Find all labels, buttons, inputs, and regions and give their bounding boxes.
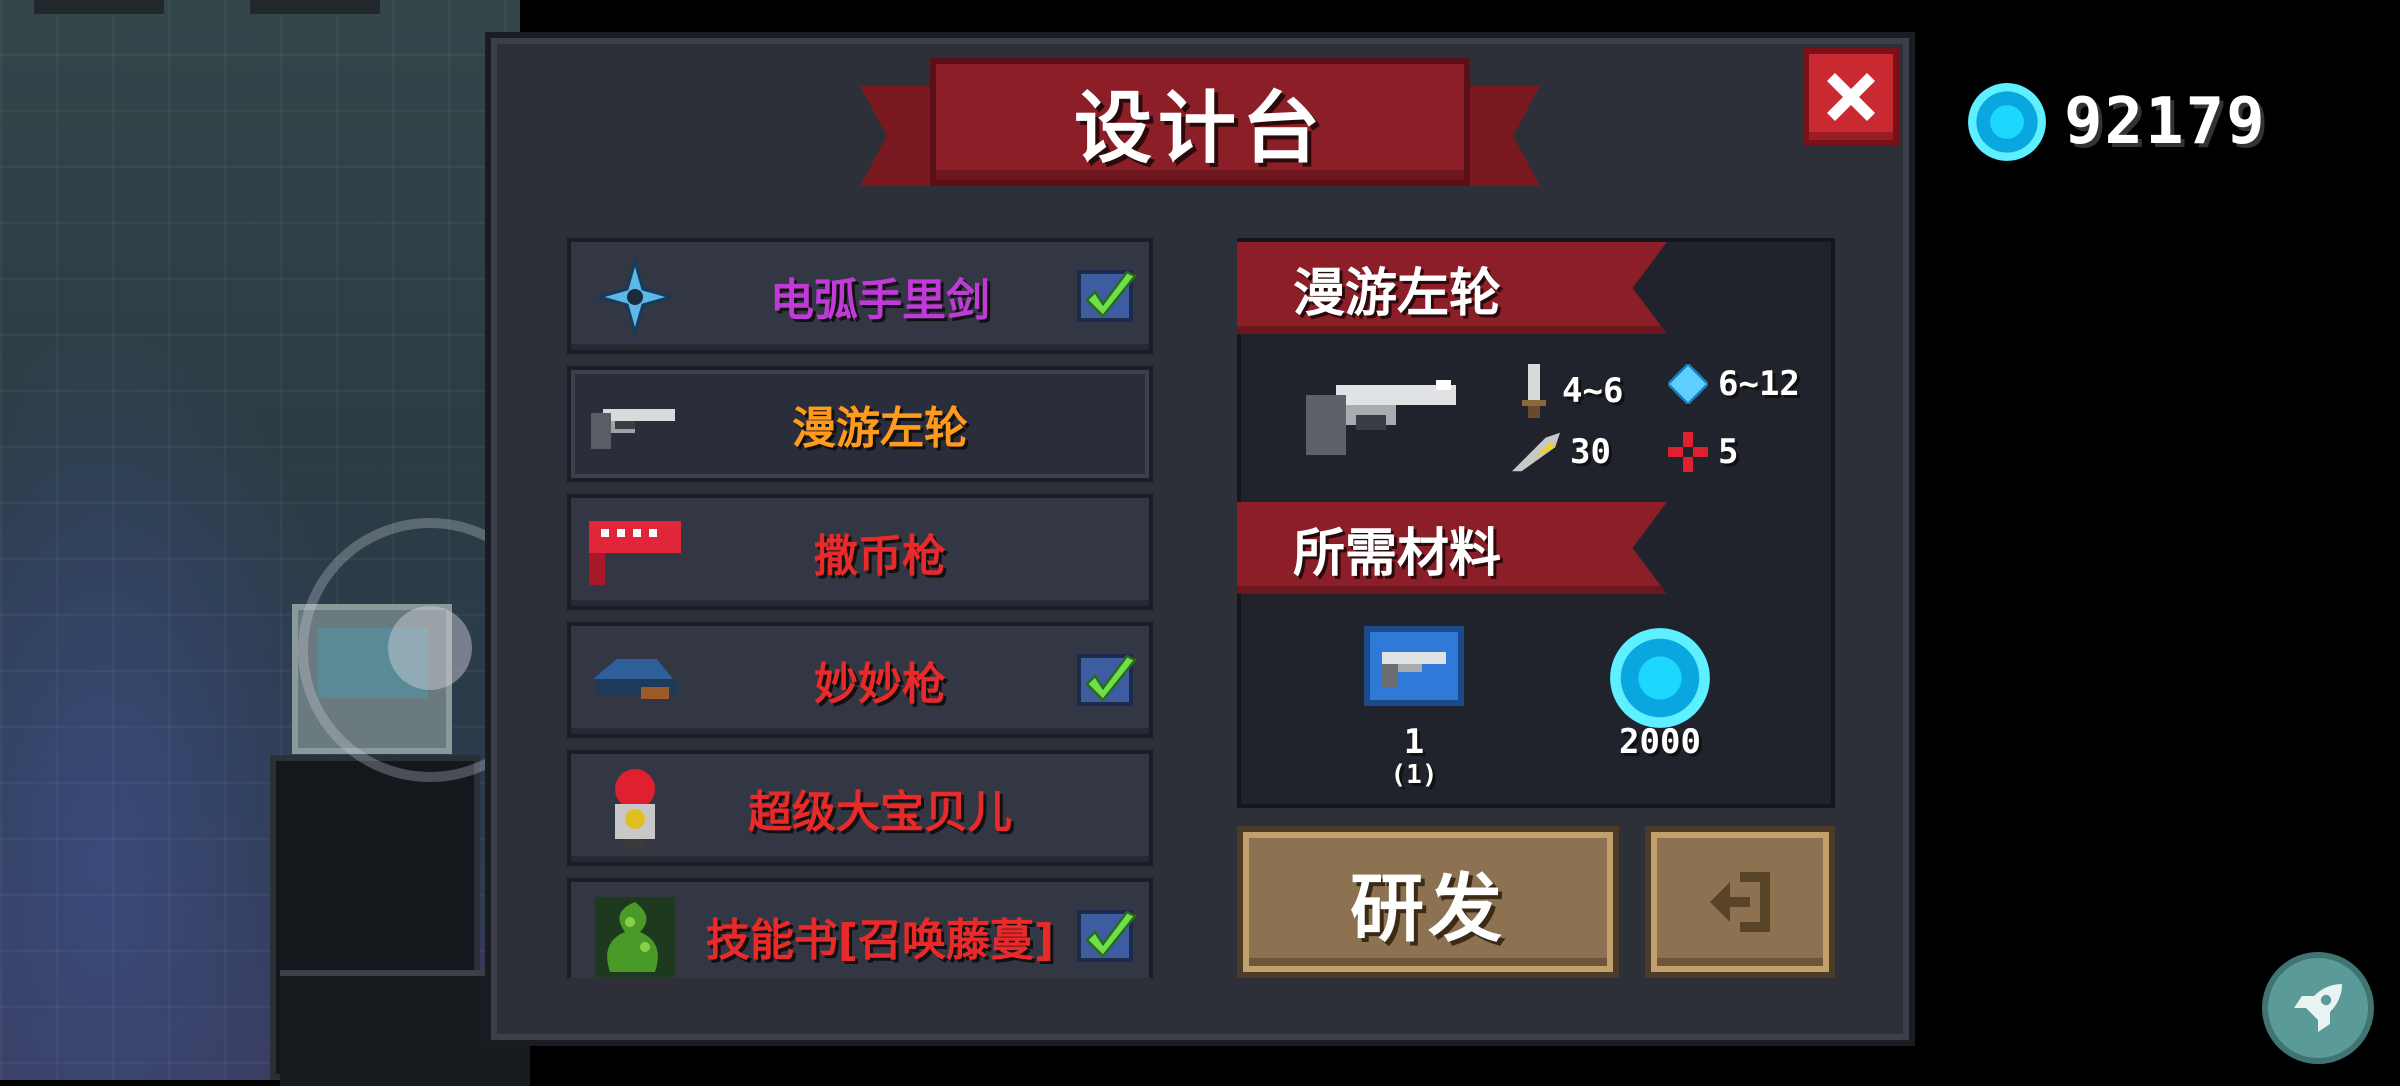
stat-crit: 30: [1512, 432, 1611, 472]
list-item[interactable]: 妙妙枪: [567, 622, 1153, 738]
crit-feather-icon: [1512, 432, 1560, 472]
list-item[interactable]: 撒币枪: [567, 494, 1153, 610]
list-item-label: 撒币枪: [814, 531, 946, 582]
stat-accuracy: 5: [1668, 432, 1738, 472]
stat-energy: 6~12: [1668, 364, 1800, 404]
rocket-button[interactable]: [2262, 952, 2374, 1064]
energy-crystal-icon: [1668, 364, 1708, 404]
joystick-knob[interactable]: [388, 606, 472, 690]
exit-icon: [1710, 872, 1770, 932]
list-item-label: 超级大宝贝儿: [748, 787, 1012, 838]
gem-cost: 2000: [1619, 722, 1701, 762]
list-item-label: 妙妙枪: [814, 659, 946, 710]
baby-bomb-icon: [585, 764, 685, 854]
gem-icon: [1968, 83, 2046, 161]
blueprint-count: 1: [1403, 722, 1425, 762]
list-item-label: 电弧手里剑: [770, 275, 990, 326]
list-item[interactable]: 技能书[召唤藤蔓]: [567, 878, 1153, 978]
stat-damage: 4~6: [1516, 364, 1623, 418]
close-icon: [1827, 73, 1875, 121]
close-button[interactable]: [1803, 48, 1899, 146]
rocket-icon: [2294, 984, 2342, 1032]
research-button-label: 研发: [1350, 865, 1506, 952]
blueprint-list[interactable]: 电弧手里剑 漫游左轮 撒币枪 妙妙枪 超级大宝贝儿 技能书[召唤藤蔓]: [567, 238, 1157, 978]
crosshair-icon: [1668, 432, 1708, 472]
gem-counter: 92179: [1968, 82, 2267, 162]
blueprint-owned: (1): [1390, 760, 1438, 790]
owned-checkmark-icon: [1077, 654, 1137, 706]
skill-book-vine-icon: [585, 892, 685, 978]
list-item[interactable]: 漫游左轮: [567, 366, 1153, 482]
background-dark-area: [1900, 0, 2400, 1080]
background-wall-top: [34, 0, 164, 14]
gem-icon: [1610, 628, 1710, 728]
list-item-label: 漫游左轮: [792, 403, 968, 454]
blueprint-icon: [1364, 626, 1464, 706]
background-wall-top: [250, 0, 380, 14]
owned-checkmark-icon: [1077, 910, 1137, 962]
owned-checkmark-icon: [1077, 270, 1137, 322]
gem-count: 92179: [2064, 85, 2267, 159]
magic-gun-icon: [585, 636, 685, 726]
weapon-name-banner: 漫游左轮: [1237, 242, 1667, 334]
materials-banner: 所需材料: [1237, 502, 1667, 594]
shuriken-icon: [585, 252, 685, 342]
list-item-label: 技能书[召唤藤蔓]: [705, 915, 1055, 966]
list-item[interactable]: 电弧手里剑: [567, 238, 1153, 354]
weapon-preview-revolver-icon: [1296, 370, 1466, 460]
list-item[interactable]: 超级大宝贝儿: [567, 750, 1153, 866]
sword-icon: [1522, 364, 1546, 418]
panel-title: 设计台: [930, 58, 1470, 186]
exit-button[interactable]: [1645, 826, 1835, 978]
revolver-icon: [585, 380, 685, 470]
title-ribbon: 设计台: [860, 58, 1540, 208]
research-button[interactable]: 研发: [1237, 826, 1619, 978]
coin-gun-icon: [585, 508, 685, 598]
